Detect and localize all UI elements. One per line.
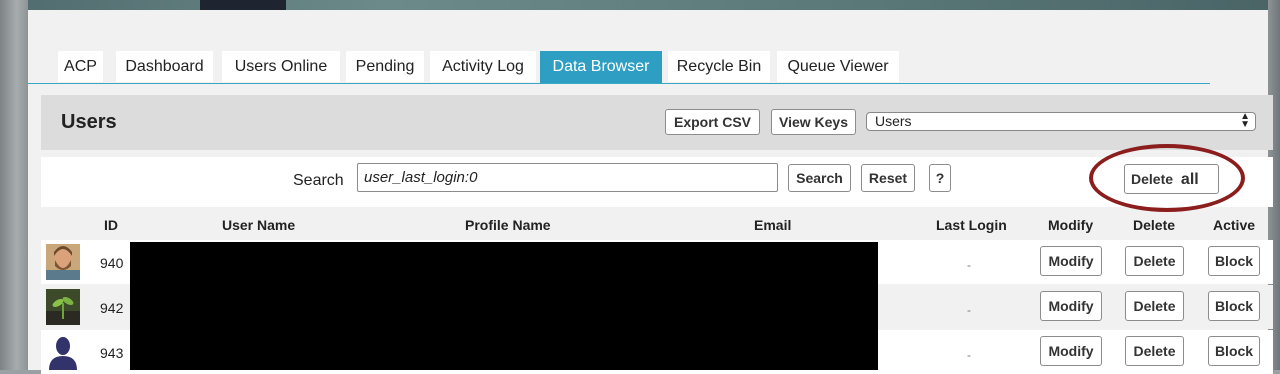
block-button[interactable]: Block	[1208, 246, 1260, 276]
tab-users-online[interactable]: Users Online	[222, 51, 340, 82]
search-input[interactable]: user_last_login:0	[357, 163, 778, 192]
table-select-value: Users	[875, 113, 912, 129]
tab-acp[interactable]: ACP	[58, 51, 103, 82]
modify-button[interactable]: Modify	[1040, 336, 1102, 366]
tab-queue-viewer[interactable]: Queue Viewer	[777, 51, 899, 82]
table-select[interactable]: Users ▲ ▼	[866, 112, 1256, 131]
cell-id: 943	[100, 345, 124, 361]
view-keys-button[interactable]: View Keys	[771, 109, 856, 135]
search-button[interactable]: Search	[788, 164, 851, 192]
delete-button[interactable]: Delete	[1125, 291, 1184, 321]
tab-pending[interactable]: Pending	[346, 51, 424, 82]
cell-last-login: -	[967, 348, 971, 362]
bearded-man-avatar-icon	[46, 244, 80, 280]
tab-bar: ACP Dashboard Users Online Pending Activ…	[28, 41, 1210, 84]
delete-button[interactable]: Delete	[1125, 246, 1184, 276]
cell-last-login: -	[967, 258, 971, 272]
th-active: Active	[1213, 217, 1256, 233]
avatar	[46, 289, 80, 325]
th-id: ID	[104, 217, 118, 233]
table-header: ID User Name Profile Name Email Last Log…	[41, 213, 1273, 239]
th-delete: Delete	[1133, 217, 1176, 233]
top-banner	[0, 0, 1280, 10]
page-title: Users	[61, 111, 117, 133]
block-button[interactable]: Block	[1208, 336, 1260, 366]
cell-id: 940	[100, 255, 124, 271]
export-csv-button[interactable]: Export CSV	[665, 109, 760, 135]
help-button[interactable]: ?	[929, 164, 951, 192]
search-label: Search	[293, 172, 344, 189]
th-user-name: User Name	[222, 217, 296, 233]
modify-button[interactable]: Modify	[1040, 291, 1102, 321]
select-arrows-icon: ▲ ▼	[1240, 111, 1250, 130]
tab-recycle-bin[interactable]: Recycle Bin	[668, 51, 770, 82]
cell-last-login: -	[967, 303, 971, 317]
default-silhouette-avatar-icon	[46, 334, 80, 370]
reset-button[interactable]: Reset	[861, 164, 915, 192]
tab-activity-log[interactable]: Activity Log	[430, 51, 536, 82]
th-last-login: Last Login	[936, 217, 1007, 233]
block-button[interactable]: Block	[1208, 291, 1260, 321]
highlight-circle	[1089, 144, 1245, 212]
th-modify: Modify	[1048, 217, 1094, 233]
avatar	[46, 334, 80, 370]
cell-id: 942	[100, 300, 124, 316]
left-background	[0, 0, 28, 370]
search-row: Search user_last_login:0 Search Reset ? …	[41, 144, 1273, 212]
plant-avatar-icon	[46, 289, 80, 325]
redaction-block	[130, 242, 878, 370]
modify-button[interactable]: Modify	[1040, 246, 1102, 276]
delete-button[interactable]: Delete	[1125, 336, 1184, 366]
th-profile-name: Profile Name	[465, 217, 551, 233]
tab-dashboard[interactable]: Dashboard	[116, 51, 213, 82]
avatar	[46, 244, 80, 280]
th-email: Email	[754, 217, 792, 233]
banner-image	[200, 0, 286, 10]
tab-data-browser[interactable]: Data Browser	[540, 51, 662, 83]
users-header: Users Export CSV View Keys Users ▲ ▼	[41, 95, 1273, 150]
